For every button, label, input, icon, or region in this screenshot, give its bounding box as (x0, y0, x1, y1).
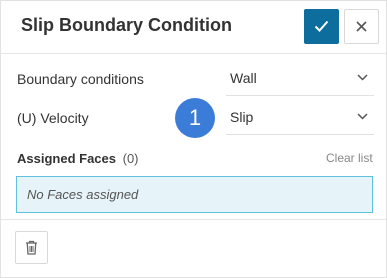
close-button[interactable] (344, 9, 379, 44)
step-badge: 1 (175, 98, 215, 138)
assigned-faces-count: (0) (122, 151, 139, 166)
confirm-button[interactable] (304, 9, 339, 44)
velocity-select[interactable]: Slip (226, 100, 374, 135)
velocity-value: Slip (230, 109, 254, 125)
check-icon (314, 20, 329, 32)
boundary-condition-panel: Slip Boundary Condition Boundary conditi… (0, 0, 387, 278)
panel-title: Slip Boundary Condition (21, 15, 232, 35)
boundary-conditions-label: Boundary conditions (17, 71, 144, 87)
assigned-faces-title: Assigned Faces (17, 151, 116, 166)
delete-button[interactable] (15, 231, 48, 264)
boundary-conditions-select[interactable]: Wall (226, 61, 374, 96)
footer-divider (1, 219, 386, 220)
chevron-down-icon (357, 113, 368, 120)
panel-header: Slip Boundary Condition (1, 1, 386, 54)
chevron-down-icon (357, 74, 368, 81)
assigned-faces-header: Assigned Faces (0) (17, 151, 139, 166)
close-icon (356, 21, 367, 32)
trash-icon (26, 240, 37, 255)
boundary-conditions-value: Wall (230, 70, 257, 86)
assigned-faces-box[interactable]: No Faces assigned (16, 176, 373, 213)
no-faces-text: No Faces assigned (27, 187, 139, 202)
clear-list-link[interactable]: Clear list (326, 151, 373, 165)
velocity-label: (U) Velocity (17, 110, 89, 126)
